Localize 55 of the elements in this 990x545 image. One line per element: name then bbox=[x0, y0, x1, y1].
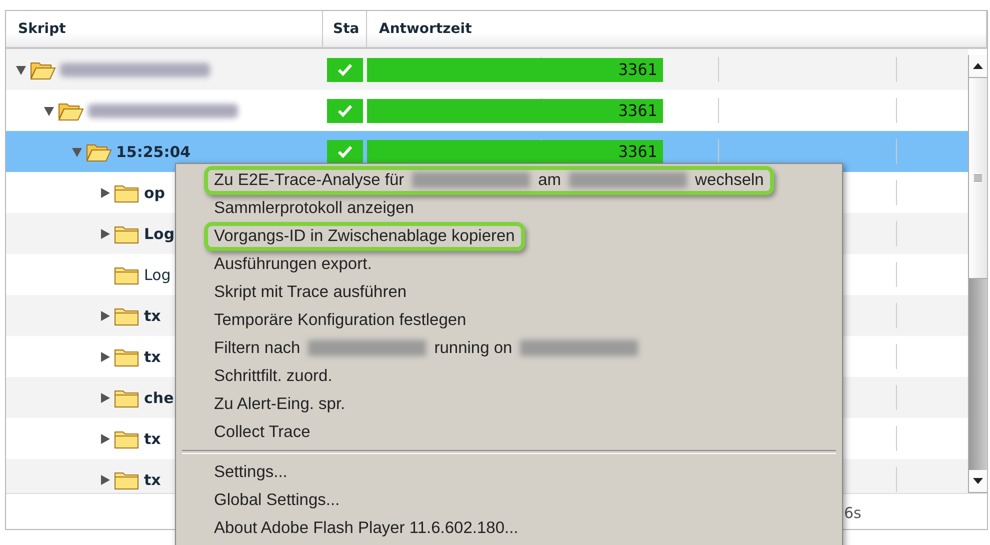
expand-arrow-icon[interactable] bbox=[100, 352, 110, 362]
script-name: tx bbox=[144, 470, 161, 488]
response-time-bar: 3361 bbox=[367, 140, 663, 164]
folder-icon bbox=[114, 470, 140, 490]
folder-icon bbox=[114, 224, 140, 244]
menu-item[interactable]: Global Settings... bbox=[204, 486, 350, 514]
folder-icon bbox=[30, 60, 56, 80]
expand-arrow-icon[interactable] bbox=[100, 188, 110, 198]
script-name: tx bbox=[144, 430, 161, 448]
expand-arrow-icon[interactable] bbox=[100, 392, 110, 402]
menu-item[interactable]: Temporäre Konfiguration festlegen bbox=[204, 306, 476, 334]
script-name: che bbox=[144, 388, 174, 406]
script-name: Log bbox=[144, 224, 175, 242]
script-name: op bbox=[144, 184, 166, 202]
folder-icon bbox=[114, 428, 140, 448]
tree-row[interactable]: 3361 bbox=[6, 49, 968, 90]
footer-cell: 6s bbox=[844, 504, 862, 522]
collapse-arrow-icon[interactable] bbox=[16, 64, 26, 74]
folder-icon bbox=[58, 100, 84, 120]
folder-icon bbox=[114, 388, 140, 408]
menu-item[interactable]: Zu E2E-Trace-Analyse für am wechseln bbox=[204, 166, 774, 194]
folder-icon bbox=[114, 264, 140, 284]
menu-item[interactable]: Sammlerprotokoll anzeigen bbox=[204, 194, 424, 222]
menu-item[interactable]: About Adobe Flash Player 11.6.602.180... bbox=[204, 514, 528, 542]
response-time-bar: 3361 bbox=[367, 58, 663, 82]
collapse-arrow-icon[interactable] bbox=[72, 146, 82, 156]
expand-arrow-icon[interactable] bbox=[100, 310, 110, 320]
folder-icon bbox=[114, 182, 140, 202]
scroll-up-icon[interactable] bbox=[973, 63, 983, 69]
expand-arrow-icon[interactable] bbox=[100, 228, 110, 238]
folder-icon bbox=[114, 306, 140, 326]
expand-arrow-icon[interactable] bbox=[100, 434, 110, 444]
scrollbar[interactable] bbox=[968, 55, 987, 493]
column-header[interactable]: Antwortzeit bbox=[367, 11, 987, 47]
script-name: tx bbox=[144, 348, 161, 366]
expand-arrow-icon[interactable] bbox=[100, 474, 110, 484]
column-header[interactable]: Skript bbox=[6, 11, 323, 47]
script-name: Log bbox=[144, 266, 171, 284]
scroll-down-icon[interactable] bbox=[973, 478, 983, 484]
menu-item[interactable]: Ausführungen export. bbox=[204, 250, 382, 278]
menu-item[interactable]: Settings... bbox=[204, 458, 298, 486]
menu-item[interactable]: Collect Trace bbox=[204, 418, 320, 446]
script-name: 15:25:04 bbox=[116, 142, 191, 160]
response-time-bar: 3361 bbox=[367, 98, 663, 122]
menu-item[interactable]: Zu Alert-Eing. spr. bbox=[204, 390, 356, 418]
script-name: tx bbox=[144, 306, 161, 324]
folder-icon bbox=[114, 346, 140, 366]
grip-icon[interactable] bbox=[974, 174, 982, 182]
collapse-arrow-icon[interactable] bbox=[44, 106, 54, 116]
folder-icon bbox=[86, 142, 112, 162]
menu-item[interactable]: Schrittfilt. zuord. bbox=[204, 362, 342, 390]
menu-item[interactable]: Filtern nach running on bbox=[204, 334, 648, 362]
menu-item[interactable]: Vorgangs-ID in Zwischenablage kopieren bbox=[204, 222, 525, 250]
column-header[interactable]: Sta bbox=[323, 11, 367, 47]
menu-item[interactable]: Skript mit Trace ausführen bbox=[204, 278, 417, 306]
